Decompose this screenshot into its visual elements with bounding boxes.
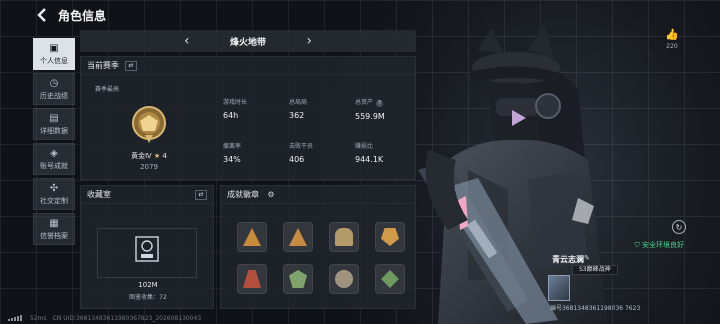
switch-icon[interactable]: ⇄ (195, 189, 207, 200)
like-count: 220 (666, 43, 678, 50)
medal-bronze-triangle-icon[interactable] (283, 222, 313, 252)
season-header: 当前赛季 ⇄ (81, 57, 415, 75)
medal-gold-emblem-icon[interactable] (375, 222, 405, 252)
stat-key: 撤离率 (223, 143, 242, 150)
season-panel: 当前赛季 ⇄ 赛季最高 黄金Ⅳ ★ 4 2079 游戏时长 64h 总局局 36… (80, 56, 416, 180)
achievements-header: 成就徽章 ⚙ (221, 186, 415, 204)
refresh-icon[interactable]: ↻ (672, 220, 686, 234)
credit-icon: ▦ (49, 217, 59, 229)
chevron-right-icon[interactable]: › (306, 33, 312, 49)
thumb-up-icon: 👍 (665, 28, 679, 41)
trophy-icon: ◈ (50, 147, 58, 159)
shield-icon: ⛉ (634, 241, 642, 249)
vault-case-icon (135, 236, 159, 262)
rank-score: 2079 (140, 163, 158, 171)
stat-key: 赚损比 (355, 143, 374, 150)
page-title: 角色信息 (58, 8, 107, 23)
medal-soldier-icon[interactable] (329, 222, 359, 252)
chart-icon: ▤ (49, 112, 59, 124)
stat-key-text: 总资产 (355, 99, 374, 106)
nav-item-label: 历史战绩 (40, 91, 68, 100)
nav-item-history[interactable]: ◷ 历史战绩 (33, 73, 75, 105)
mode-label: 烽火地带 (229, 37, 266, 48)
nav-item-credit[interactable]: ▦ 信誉档案 (33, 213, 75, 245)
gold-rank-badge-icon (132, 106, 166, 143)
arrow-left-icon (37, 8, 46, 22)
collection-count: 图鉴收集：72 (129, 294, 167, 301)
nav-item-detailed-data[interactable]: ▤ 详细数据 (33, 108, 75, 140)
rank-box: 黄金Ⅳ ★ 4 2079 (95, 95, 203, 177)
collection-title: 收藏室 (87, 190, 111, 199)
stat-key: 击败干员 (289, 143, 314, 150)
gear-icon[interactable]: ⚙ (265, 190, 277, 200)
stat-value: 944.1K (355, 155, 384, 164)
stat-value: 406 (289, 155, 305, 164)
achievements-panel: 成就徽章 ⚙ (220, 185, 416, 309)
mode-switcher: ‹ 烽火地带 › (80, 30, 416, 52)
stat-extract-rate: 撤离率 34% (223, 141, 287, 164)
stat-value: 64h (223, 111, 239, 120)
edit-icon[interactable]: ✎ (584, 254, 590, 262)
stat-value: 362 (289, 111, 305, 120)
medal-red-tower-icon[interactable] (237, 264, 267, 294)
stat-total-matches: 总局局 362 (289, 97, 353, 120)
stat-kills: 击败干员 406 (289, 141, 353, 164)
stat-total-assets: 总资产? 559.9M (355, 97, 419, 121)
nav-item-label: 信誉档案 (40, 231, 68, 240)
nav-item-label: 详细数据 (40, 126, 68, 135)
nav-item-achievements[interactable]: ◈ 账号成就 (33, 143, 75, 175)
status-bar: 52ms CN UID:368134836119803678​23_202608… (8, 312, 428, 324)
player-name: 青云志澜 (552, 255, 584, 264)
stat-profit-ratio: 赚损比 944.1K (355, 141, 419, 164)
signal-icon (8, 315, 24, 321)
safety-label: 安全环境良好 (642, 241, 684, 249)
nav-item-label: 账号成就 (40, 161, 68, 170)
star-icon: ★ (153, 152, 161, 160)
rank-title: 黄金Ⅳ (131, 152, 152, 160)
ping-text: 52ms (30, 314, 47, 322)
collection-header: 收藏室 ⇄ (81, 186, 213, 204)
medal-gold-triangle-icon[interactable] (237, 222, 267, 252)
like-button[interactable]: 👍 220 (662, 28, 682, 50)
medal-round-seal-icon[interactable] (329, 264, 359, 294)
social-icon: ✣ (49, 182, 59, 194)
nav-item-label: 社交定制 (40, 196, 68, 205)
uid-text: CN UID:368134836119803678​23_20260813004… (52, 314, 202, 322)
nav-item-label: 个人信息 (40, 56, 68, 65)
season-sub-label: 赛季最高 (95, 86, 120, 93)
stat-key: 总资产? (355, 97, 419, 107)
collection-panel[interactable]: 收藏室 ⇄ 102M 图鉴收集：72 (80, 185, 214, 309)
stat-key: 游戏时长 (223, 99, 248, 106)
avatar[interactable] (548, 275, 570, 301)
season-title: 当前赛季 (87, 61, 119, 70)
medal-green-crest-icon[interactable] (283, 264, 313, 294)
stat-key: 总局局 (289, 99, 308, 106)
nav-item-social[interactable]: ✣ 社交定制 (33, 178, 75, 210)
stat-value: 559.9M (355, 112, 385, 121)
help-icon[interactable]: ? (376, 100, 384, 107)
rank-stars: 4 (162, 152, 167, 160)
safety-status: ⛉ 安全环境良好 (635, 240, 684, 250)
person-card-icon: ▣ (49, 42, 59, 54)
nav-item-personal-info[interactable]: ▣ 个人信息 (33, 38, 75, 70)
achievements-title: 成就徽章 (227, 190, 259, 199)
stat-play-time: 游戏时长 64h (223, 97, 287, 120)
medal-green-emblem-icon[interactable] (375, 264, 405, 294)
rank-name: 黄金Ⅳ ★ 4 (95, 151, 203, 161)
player-card: 青云志澜 ✎ S3巅峰战神 编号3681348361198036 7623 (548, 251, 688, 321)
back-button[interactable] (30, 3, 54, 27)
top-bar: 角色信息 (0, 0, 430, 30)
player-uid: 编号3681348361198036 7623 (550, 305, 641, 312)
player-title-tag: S3巅峰战神 (572, 265, 618, 275)
side-nav: ▣ 个人信息 ◷ 历史战绩 ▤ 详细数据 ◈ 账号成就 ✣ 社交定制 ▦ 信誉档… (33, 38, 75, 248)
history-icon: ◷ (49, 77, 59, 89)
switch-season-icon[interactable]: ⇄ (125, 60, 137, 71)
collection-value: 102M (138, 281, 158, 289)
stat-value: 34% (223, 155, 241, 164)
chevron-left-icon[interactable]: ‹ (184, 33, 190, 49)
